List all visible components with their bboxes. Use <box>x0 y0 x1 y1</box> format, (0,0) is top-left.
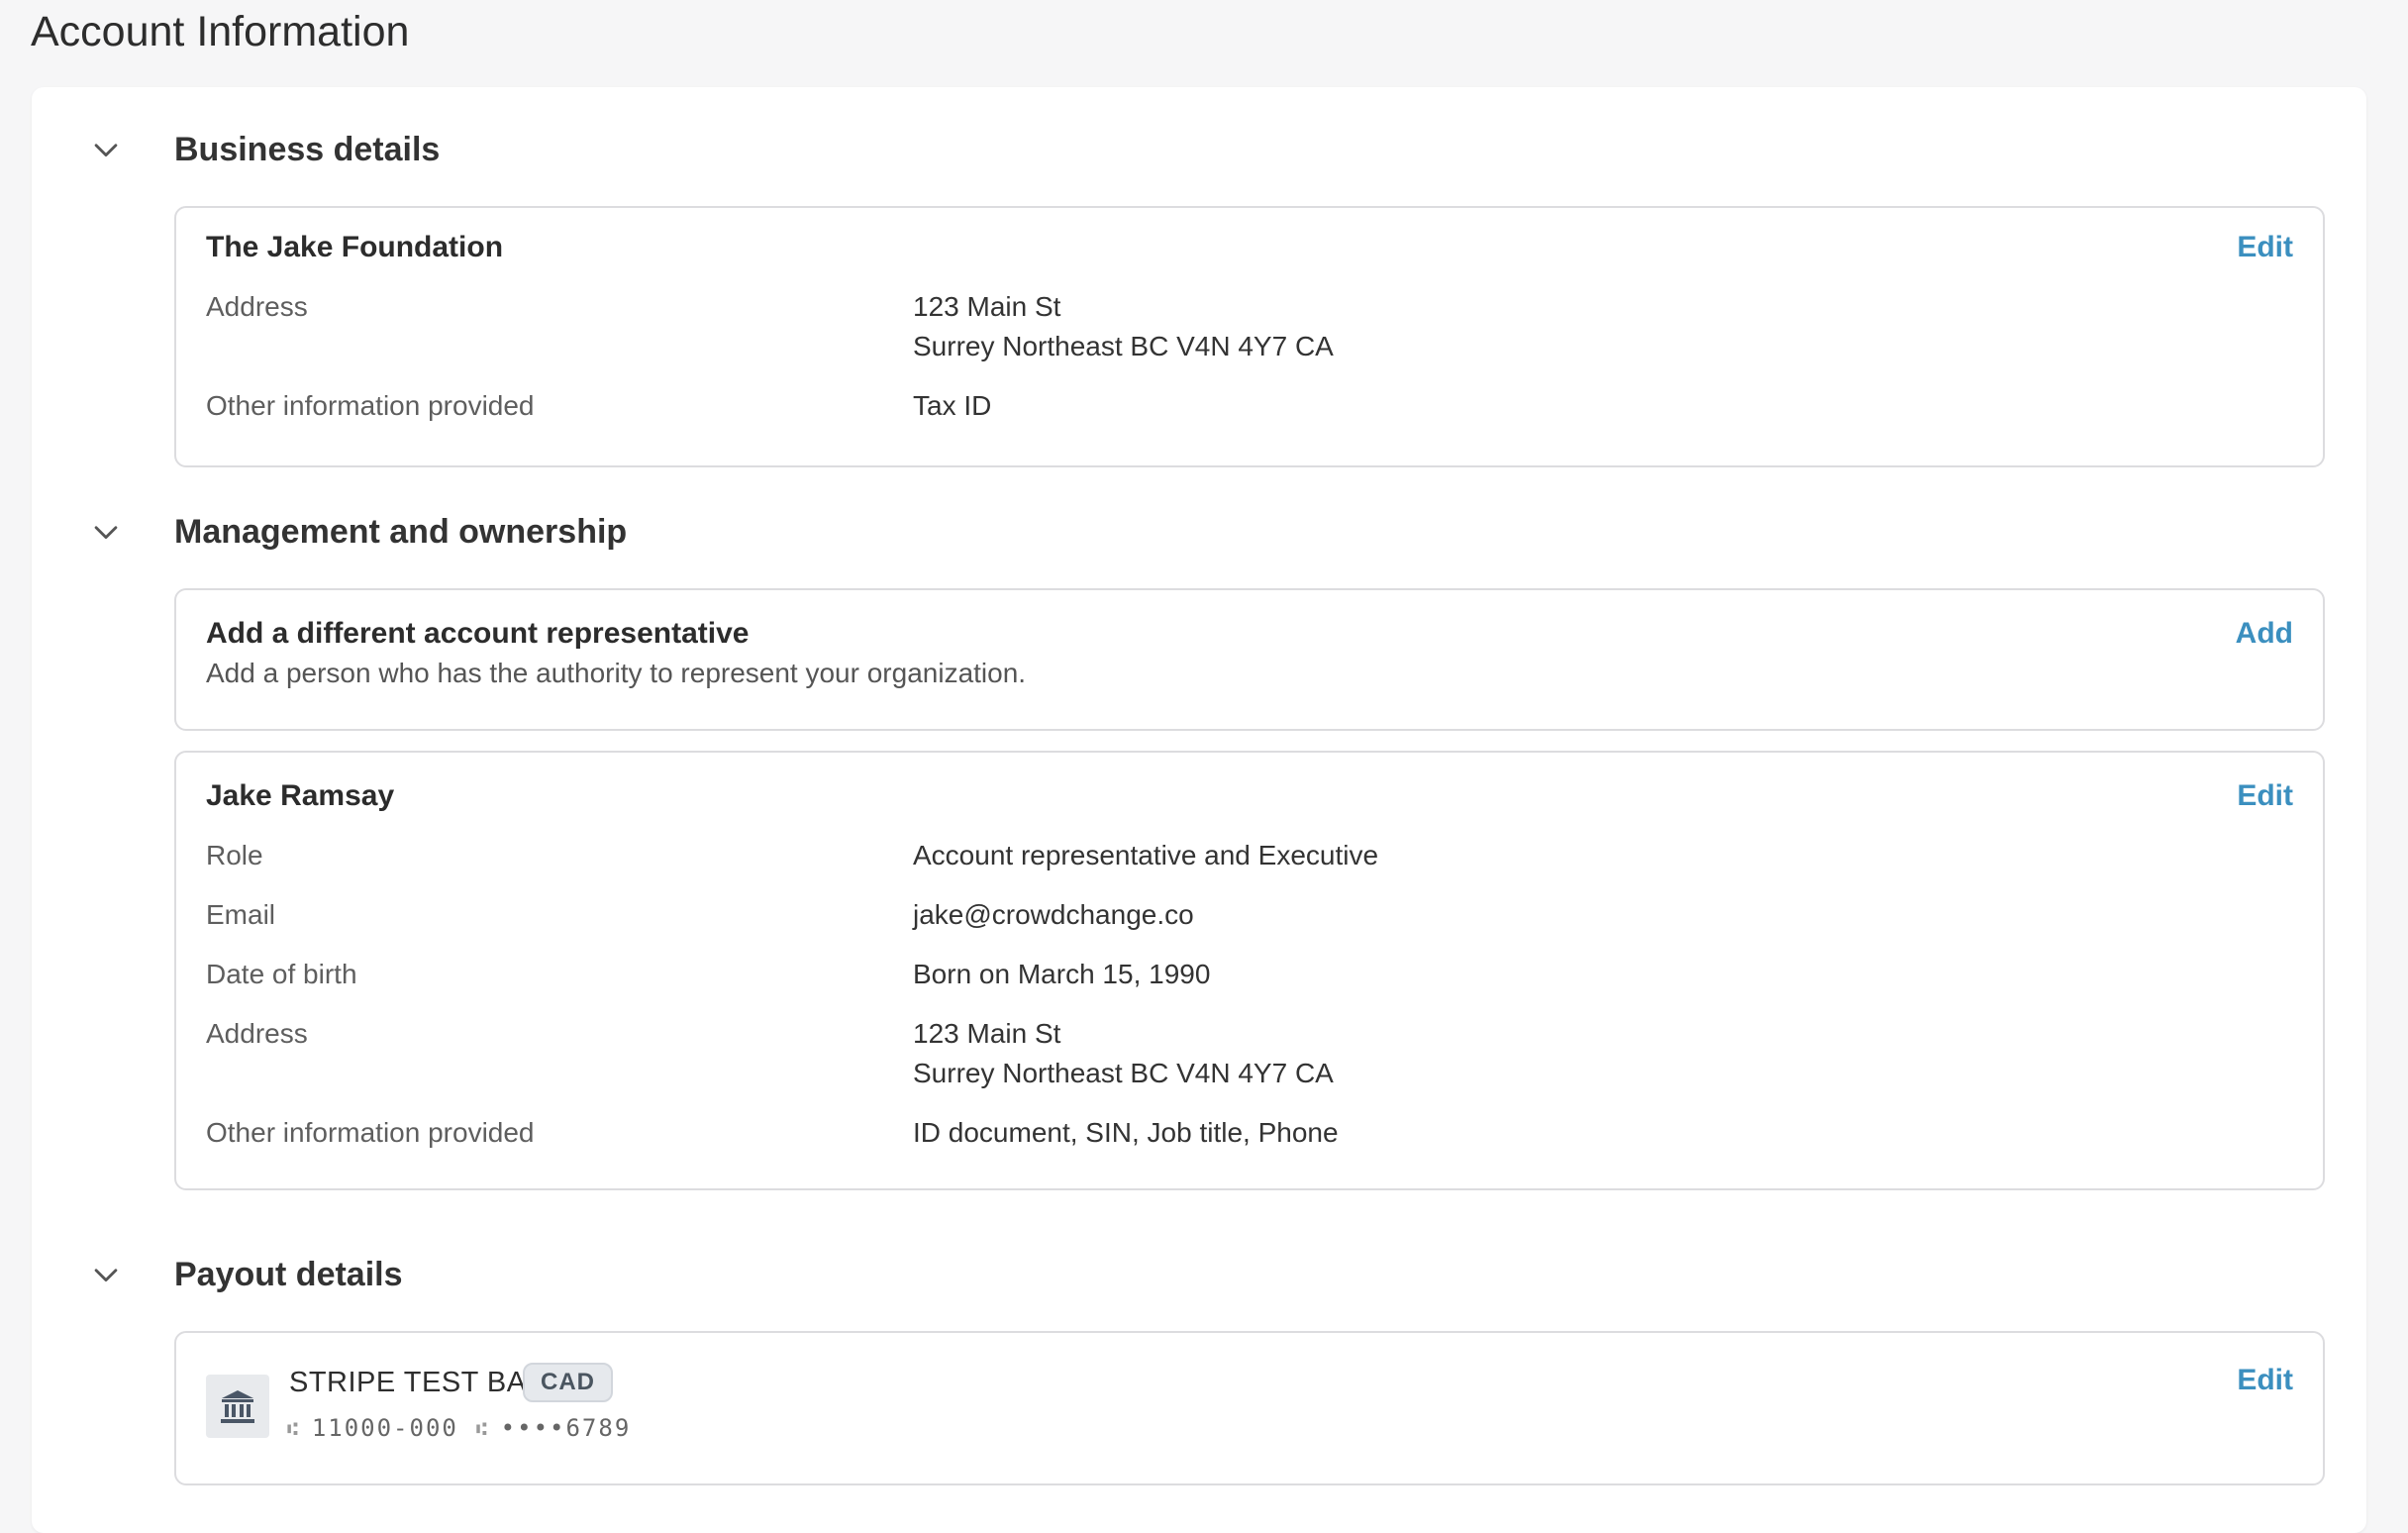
chevron-down-icon[interactable] <box>89 515 123 549</box>
bank-account-numbers: ⑆ 11000-000 ⑆ ••••6789 <box>287 1410 649 1448</box>
role-value: Account representative and Executive <box>913 840 1379 870</box>
representative-card: Jake Ramsay Edit Role Account representa… <box>174 751 2325 1190</box>
person-address-line2: Surrey Northeast BC V4N 4Y7 CA <box>913 1058 1334 1088</box>
add-representative-subtitle: Add a person who has the authority to re… <box>206 658 1027 688</box>
routing-number-icon: ⑆ <box>287 1419 300 1440</box>
routing-number: 11000-000 <box>311 1414 458 1442</box>
bank-account-card: STRIPE TEST BANK CAD ⑆ 11000-000 ⑆ ••••6789… <box>174 1331 2325 1485</box>
chevron-down-icon[interactable] <box>89 1258 123 1291</box>
business-details-title: Business details <box>174 131 441 168</box>
dob-label: Date of birth <box>206 959 357 989</box>
add-representative-button[interactable]: Add <box>2236 614 2293 654</box>
person-other-info-value: ID document, SIN, Job title, Phone <box>913 1117 1339 1148</box>
email-value: jake@crowdchange.co <box>913 899 1194 930</box>
edit-business-button[interactable]: Edit <box>2237 228 2293 267</box>
currency-badge: CAD <box>523 1363 613 1402</box>
add-representative-title: Add a different account representative <box>206 617 750 650</box>
role-label: Role <box>206 840 263 870</box>
email-label: Email <box>206 899 276 930</box>
account-information-panel: Business details The Jake Foundation Edi… <box>32 87 2366 1533</box>
management-ownership-header[interactable]: Management and ownership <box>32 502 2366 562</box>
other-info-value: Tax ID <box>913 390 992 421</box>
payout-details-header[interactable]: Payout details <box>32 1245 2366 1304</box>
business-name: The Jake Foundation <box>206 231 504 263</box>
address-line2: Surrey Northeast BC V4N 4Y7 CA <box>913 331 1334 361</box>
edit-representative-button[interactable]: Edit <box>2237 776 2293 816</box>
person-address-line1: 123 Main St <box>913 1018 1061 1049</box>
chevron-down-icon[interactable] <box>89 133 123 166</box>
management-ownership-title: Management and ownership <box>174 513 628 551</box>
dob-value: Born on March 15, 1990 <box>913 959 1211 989</box>
business-details-header[interactable]: Business details <box>32 120 2366 179</box>
person-other-info-label: Other information provided <box>206 1117 535 1148</box>
other-info-label: Other information provided <box>206 390 535 421</box>
account-number: ••••6789 <box>500 1414 632 1442</box>
address-label: Address <box>206 291 308 322</box>
payout-details-title: Payout details <box>174 1256 403 1293</box>
person-address-label: Address <box>206 1018 308 1049</box>
bank-icon <box>206 1375 269 1438</box>
representative-name: Jake Ramsay <box>206 779 395 812</box>
add-representative-card: Add a different account representative A… <box>174 588 2325 731</box>
edit-payout-button[interactable]: Edit <box>2237 1361 2293 1400</box>
address-line1: 123 Main St <box>913 291 1061 322</box>
business-details-card: The Jake Foundation Edit Address 123 Mai… <box>174 206 2325 467</box>
page-title: Account Information <box>31 8 410 55</box>
account-number-icon: ⑆ <box>475 1419 489 1440</box>
